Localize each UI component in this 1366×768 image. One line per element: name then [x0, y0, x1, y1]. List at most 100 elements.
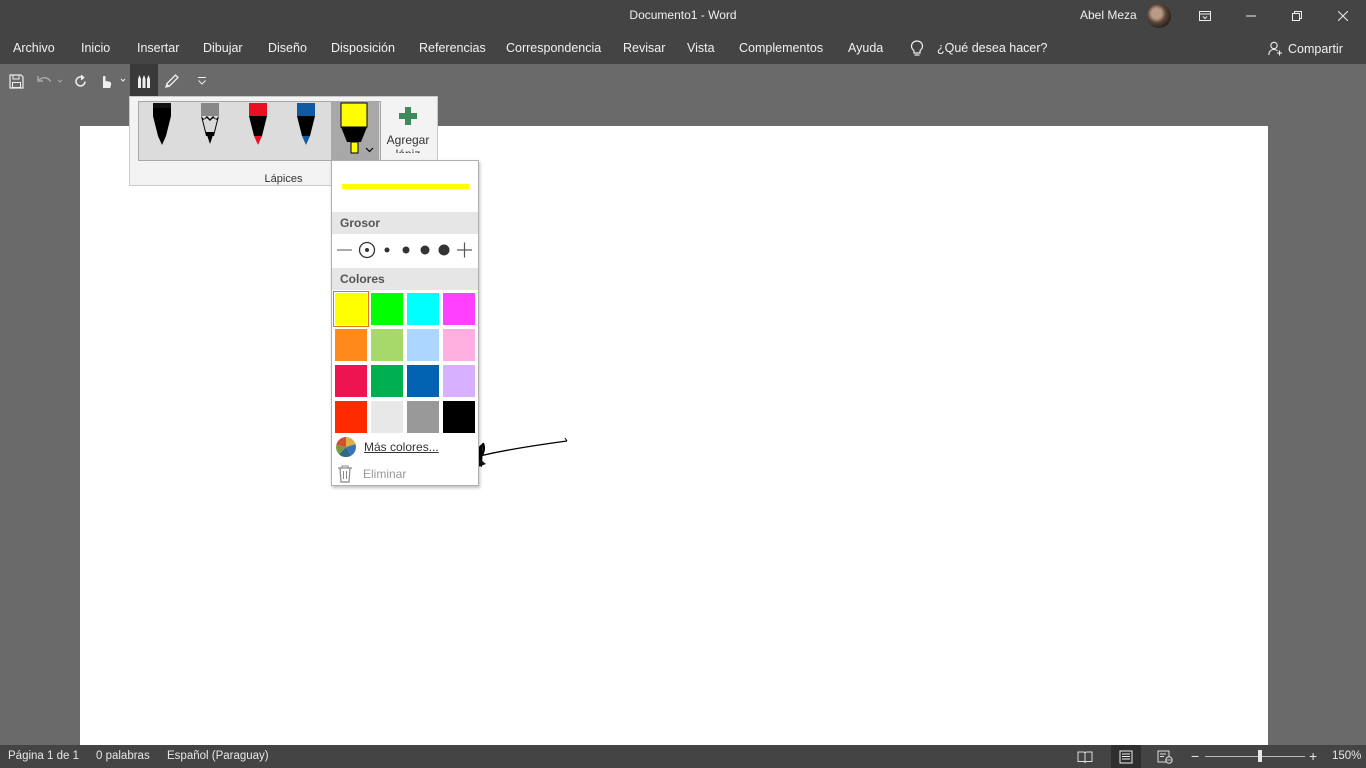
delete-pen-label: Eliminar	[363, 467, 407, 481]
zoom-in-button[interactable]: +	[1309, 748, 1317, 764]
pen-blue-icon	[297, 103, 315, 145]
word-count[interactable]: 0 palabras	[96, 750, 150, 762]
color-swatch[interactable]	[335, 329, 367, 361]
pens-row	[138, 101, 381, 161]
zoom-slider-thumb[interactable]	[1258, 750, 1262, 762]
tab-insertar[interactable]: Insertar	[137, 41, 179, 55]
tab-vista[interactable]: Vista	[687, 41, 715, 55]
pencil-gray[interactable]	[187, 102, 235, 160]
pen-icon	[165, 74, 179, 88]
tab-complementos[interactable]: Complementos	[739, 41, 823, 55]
save-icon	[8, 73, 24, 89]
share-label: Compartir	[1288, 41, 1343, 56]
plus-icon	[399, 107, 417, 125]
thickness-option-2[interactable]	[384, 247, 390, 253]
tab-revisar[interactable]: Revisar	[623, 41, 665, 55]
ribbon-display-icon	[1199, 11, 1211, 21]
tab-dibujar[interactable]: Dibujar	[203, 41, 243, 55]
document-page[interactable]	[80, 126, 1268, 745]
minimize-button[interactable]	[1228, 0, 1274, 32]
pens-gallery-button[interactable]	[130, 64, 158, 98]
tab-disposicion[interactable]: Disposición	[331, 41, 395, 55]
undo-icon	[37, 76, 63, 83]
ink-preview	[342, 184, 469, 189]
pen-red-icon	[249, 103, 267, 145]
language[interactable]: Español (Paraguay)	[167, 750, 269, 762]
user-name[interactable]: Abel Meza	[1080, 8, 1137, 22]
tab-referencias[interactable]: Referencias	[419, 41, 486, 55]
repeat-icon	[74, 74, 86, 87]
avatar[interactable]	[1147, 4, 1171, 28]
color-swatch[interactable]	[335, 401, 367, 433]
customize-qat-button[interactable]	[193, 69, 211, 93]
pen-options-dropdown: Grosor Colores Más colores... Eliminar	[331, 160, 479, 486]
tell-me-search[interactable]: ¿Qué desea hacer?	[937, 41, 1048, 55]
zoom-slider[interactable]	[1205, 756, 1305, 757]
more-colors-label: Más colores...	[364, 440, 439, 454]
print-layout-button[interactable]	[1111, 745, 1141, 768]
color-swatch[interactable]	[371, 329, 403, 361]
delete-pen-button[interactable]: Eliminar	[334, 463, 476, 485]
trash-icon	[338, 465, 352, 483]
color-swatch[interactable]	[443, 293, 475, 325]
touch-mouse-mode-button[interactable]	[96, 69, 128, 93]
status-bar: Página 1 de 1 0 palabras Español (Paragu…	[0, 745, 1366, 768]
color-swatch[interactable]	[443, 365, 475, 397]
page-count[interactable]: Página 1 de 1	[8, 750, 79, 762]
close-icon	[1338, 11, 1348, 21]
thickness-option-5[interactable]	[438, 244, 450, 256]
color-swatch[interactable]	[443, 329, 475, 361]
add-person-icon	[1268, 41, 1282, 56]
thickness-option-3[interactable]	[402, 246, 410, 254]
tab-archivo[interactable]: Archivo	[13, 41, 55, 55]
web-layout-button[interactable]	[1154, 748, 1176, 766]
color-swatch[interactable]	[335, 365, 367, 397]
color-swatch[interactable]	[371, 293, 403, 325]
ribbon-display-options-button[interactable]	[1182, 0, 1228, 32]
color-swatch[interactable]	[371, 401, 403, 433]
save-button[interactable]	[5, 69, 27, 93]
add-pen-label: Agregar lápiz	[386, 133, 430, 153]
lightbulb-icon[interactable]	[910, 40, 924, 60]
thickness-options	[332, 240, 478, 260]
tab-correspondencia[interactable]: Correspondencia	[506, 41, 601, 55]
pens-icon	[138, 75, 150, 88]
pencil-gray-icon	[201, 103, 219, 144]
restore-icon	[1292, 11, 1302, 21]
highlighter-yellow[interactable]	[331, 102, 379, 160]
pen-red[interactable]	[235, 102, 283, 160]
share-button[interactable]: Compartir	[1268, 41, 1343, 56]
tab-inicio[interactable]: Inicio	[81, 41, 110, 55]
color-swatch[interactable]	[371, 365, 403, 397]
read-mode-button[interactable]	[1074, 748, 1096, 766]
zoom-out-button[interactable]: −	[1191, 748, 1199, 764]
ribbon-tabs: Archivo Inicio Insertar Dibujar Diseño D…	[0, 32, 1366, 64]
ink-arrow-drawing	[465, 437, 568, 467]
restore-button[interactable]	[1274, 0, 1320, 32]
color-swatch[interactable]	[333, 291, 369, 327]
add-pen-button[interactable]: Agregar lápiz	[384, 105, 432, 153]
quick-access-toolbar	[0, 64, 1366, 98]
color-swatch[interactable]	[407, 401, 439, 433]
thickness-option-4[interactable]	[420, 245, 430, 255]
more-colors-button[interactable]: Más colores...	[334, 436, 476, 458]
close-button[interactable]	[1320, 0, 1366, 32]
pen-blue[interactable]	[283, 102, 331, 160]
color-swatch[interactable]	[407, 365, 439, 397]
color-swatch[interactable]	[407, 329, 439, 361]
color-swatch[interactable]	[443, 401, 475, 433]
thickness-option-1[interactable]	[358, 241, 376, 259]
tab-ayuda[interactable]: Ayuda	[848, 41, 883, 55]
color-swatch[interactable]	[407, 293, 439, 325]
undo-button[interactable]	[33, 69, 65, 93]
web-layout-icon	[1157, 750, 1173, 764]
print-layout-icon	[1119, 750, 1133, 763]
book-icon	[1077, 751, 1093, 763]
title-bar: Documento1 - Word Abel Meza	[0, 0, 1366, 32]
eraser-pen-button[interactable]	[161, 69, 183, 93]
zoom-level[interactable]: 150%	[1332, 750, 1361, 762]
redo-button[interactable]	[69, 69, 91, 93]
pen-black[interactable]	[139, 102, 187, 160]
thickness-increase-button[interactable]	[457, 242, 472, 258]
tab-diseno[interactable]: Diseño	[268, 41, 307, 55]
